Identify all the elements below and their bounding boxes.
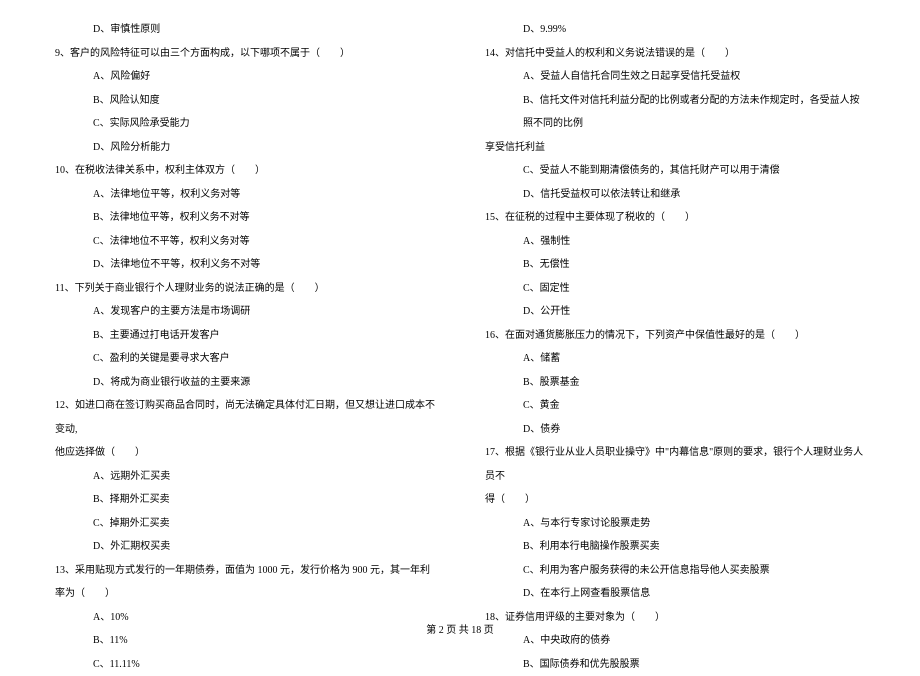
option-b: B、无偿性: [485, 253, 865, 277]
option-c: C、实际风险承受能力: [55, 112, 435, 136]
two-column-layout: D、审慎性原则 9、客户的风险特征可以由三个方面构成，以下哪项不属于（ ） A、…: [55, 18, 865, 598]
option-d: D、风险分析能力: [55, 136, 435, 160]
option-d: D、法律地位不平等，权利义务不对等: [55, 253, 435, 277]
option-a: A、发现客户的主要方法是市场调研: [55, 300, 435, 324]
question-14: 14、对信托中受益人的权利和义务说法错误的是（ ）: [485, 42, 865, 66]
question-12-line1: 12、如进口商在签订购买商品合同时，尚无法确定具体付汇日期，但又想让进口成本不变…: [55, 394, 435, 441]
option-c: C、利用为客户服务获得的未公开信息指导他人买卖股票: [485, 559, 865, 583]
option-d: D、公开性: [485, 300, 865, 324]
option-c: C、固定性: [485, 277, 865, 301]
option-b-line2: 享受信托利益: [485, 136, 865, 160]
option-b: B、国际债券和优先股股票: [485, 653, 865, 676]
question-17-line1: 17、根据《银行业从业人员职业操守》中"内幕信息"原则的要求，银行个人理财业务人…: [485, 441, 865, 488]
option-a: A、与本行专家讨论股票走势: [485, 512, 865, 536]
option-d: D、9.99%: [485, 18, 865, 42]
option-a: A、风险偏好: [55, 65, 435, 89]
question-17-line2: 得（ ）: [485, 488, 865, 512]
option-d: D、在本行上网查看股票信息: [485, 582, 865, 606]
question-12-line2: 他应选择做（ ）: [55, 441, 435, 465]
option-d: D、债券: [485, 418, 865, 442]
option-a: A、远期外汇买卖: [55, 465, 435, 489]
question-13: 13、采用贴现方式发行的一年期债券，面值为 1000 元，发行价格为 900 元…: [55, 559, 435, 606]
right-column: D、9.99% 14、对信托中受益人的权利和义务说法错误的是（ ） A、受益人自…: [485, 18, 865, 598]
option-b: B、择期外汇买卖: [55, 488, 435, 512]
option-b: B、法律地位平等，权利义务不对等: [55, 206, 435, 230]
option-b-line1: B、信托文件对信托利益分配的比例或者分配的方法未作规定时，各受益人按照不同的比例: [485, 89, 865, 136]
left-column: D、审慎性原则 9、客户的风险特征可以由三个方面构成，以下哪项不属于（ ） A、…: [55, 18, 435, 598]
page-footer: 第 2 页 共 18 页: [0, 621, 920, 636]
option-d: D、将成为商业银行收益的主要来源: [55, 371, 435, 395]
option-d: D、审慎性原则: [55, 18, 435, 42]
option-c: C、法律地位不平等，权利义务对等: [55, 230, 435, 254]
option-b: B、利用本行电脑操作股票买卖: [485, 535, 865, 559]
option-d: D、信托受益权可以依法转让和继承: [485, 183, 865, 207]
option-b: B、风险认知度: [55, 89, 435, 113]
question-9: 9、客户的风险特征可以由三个方面构成，以下哪项不属于（ ）: [55, 42, 435, 66]
question-16: 16、在面对通货膨胀压力的情况下，下列资产中保值性最好的是（ ）: [485, 324, 865, 348]
option-b: B、股票基金: [485, 371, 865, 395]
option-c: C、掉期外汇买卖: [55, 512, 435, 536]
question-10: 10、在税收法律关系中，权利主体双方（ ）: [55, 159, 435, 183]
option-a: A、法律地位平等，权利义务对等: [55, 183, 435, 207]
option-c: C、盈利的关键是要寻求大客户: [55, 347, 435, 371]
option-b: B、主要通过打电话开发客户: [55, 324, 435, 348]
option-d: D、外汇期权买卖: [55, 535, 435, 559]
option-c: C、11.11%: [55, 653, 435, 676]
option-a: A、强制性: [485, 230, 865, 254]
question-11: 11、下列关于商业银行个人理财业务的说法正确的是（ ）: [55, 277, 435, 301]
option-c: C、受益人不能到期清偿债务的，其信托财产可以用于清偿: [485, 159, 865, 183]
option-a: A、受益人自信托合同生效之日起享受信托受益权: [485, 65, 865, 89]
question-15: 15、在征税的过程中主要体现了税收的（ ）: [485, 206, 865, 230]
option-a: A、储蓄: [485, 347, 865, 371]
option-c: C、黄金: [485, 394, 865, 418]
